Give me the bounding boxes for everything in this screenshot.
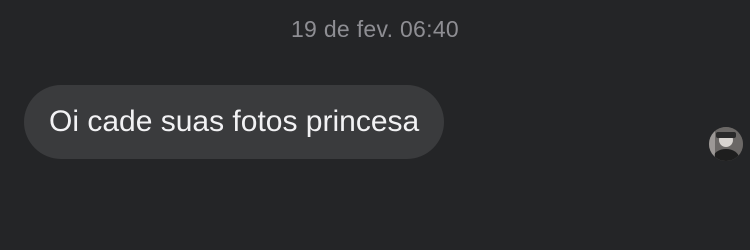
chat-view: 19 de fev. 06:40 Oi cade suas fotos prin…: [0, 0, 750, 250]
message-timestamp: 19 de fev. 06:40: [290, 16, 460, 42]
read-receipt-avatar[interactable]: [709, 127, 743, 161]
incoming-message-bubble[interactable]: Oi cade suas fotos princesa: [24, 85, 445, 159]
avatar-photo-icon: [709, 127, 743, 161]
